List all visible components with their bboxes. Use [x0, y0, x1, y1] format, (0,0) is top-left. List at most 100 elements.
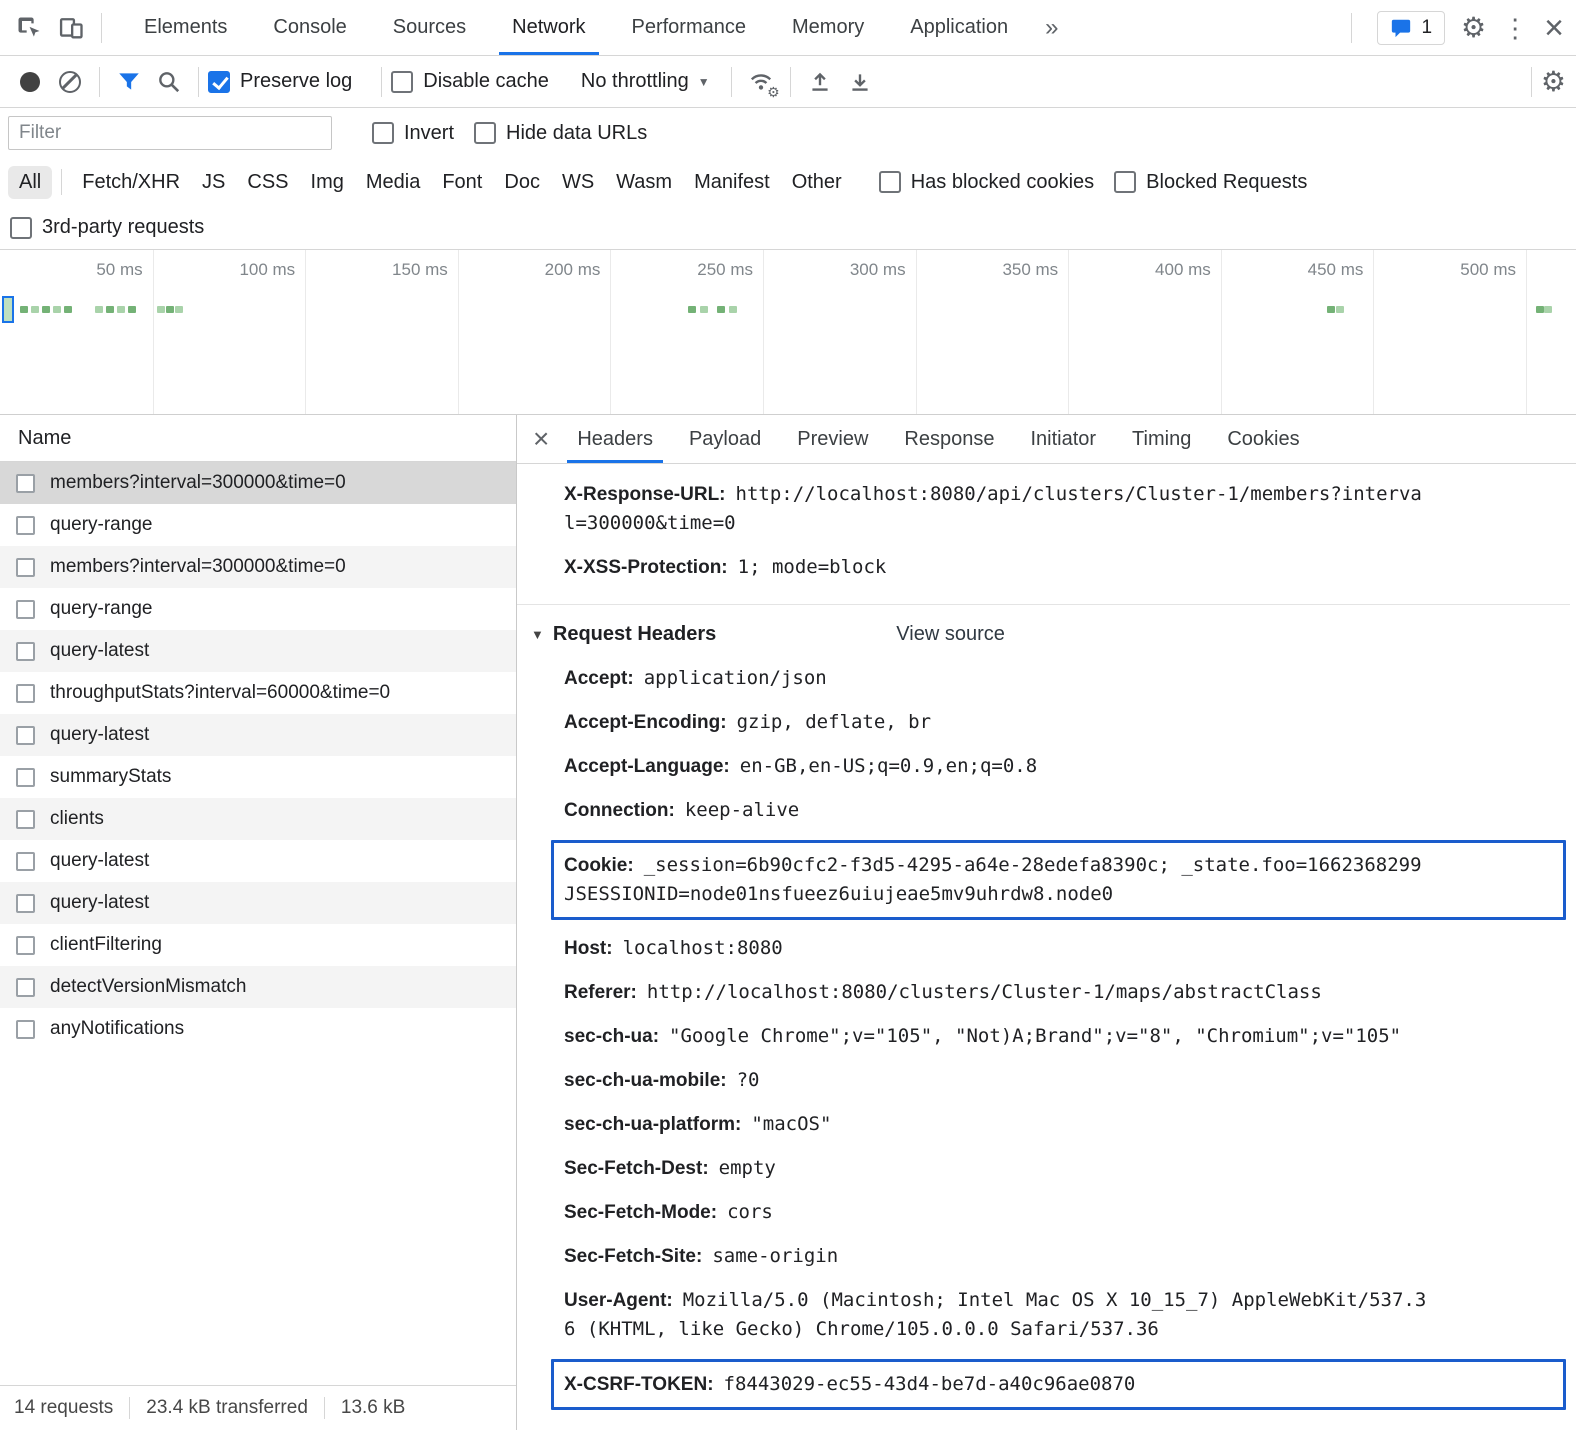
- detail-tab-response[interactable]: Response: [886, 415, 1012, 463]
- main-tab-application[interactable]: Application: [887, 0, 1031, 55]
- request-row[interactable]: detectVersionMismatch: [0, 966, 516, 1008]
- main-tab-elements[interactable]: Elements: [121, 0, 250, 55]
- request-row[interactable]: summaryStats: [0, 756, 516, 798]
- type-filter-wasm[interactable]: Wasm: [605, 166, 683, 199]
- resources-size: 13.6 kB: [341, 1397, 405, 1419]
- request-row[interactable]: query-latest: [0, 840, 516, 882]
- disable-cache-checkbox[interactable]: [391, 71, 413, 93]
- type-filter-font[interactable]: Font: [431, 166, 493, 199]
- header-value: f8443029-ec55-43d4-be7d-a40c96ae0870: [724, 1373, 1136, 1395]
- type-filter-ws[interactable]: WS: [551, 166, 605, 199]
- issues-count: 1: [1421, 17, 1432, 39]
- network-overview-timeline[interactable]: 50 ms100 ms150 ms200 ms250 ms300 ms350 m…: [0, 250, 1576, 415]
- device-toolbar-button[interactable]: [50, 7, 92, 49]
- inspect-element-button[interactable]: [8, 7, 50, 49]
- request-row[interactable]: clients: [0, 798, 516, 840]
- header-value: same-origin: [712, 1245, 838, 1267]
- network-conditions-button[interactable]: ⚙: [741, 62, 781, 102]
- invert-checkbox[interactable]: [372, 122, 394, 144]
- import-har-button[interactable]: [800, 62, 840, 102]
- header-host: Host:localhost:8080: [564, 934, 1570, 963]
- header-name: Connection:: [564, 800, 675, 821]
- hide-data-urls-checkbox[interactable]: [474, 122, 496, 144]
- details-tabbar: × HeadersPayloadPreviewResponseInitiator…: [517, 415, 1576, 464]
- detail-tab-cookies[interactable]: Cookies: [1209, 415, 1317, 463]
- clear-network-log-button[interactable]: [50, 62, 90, 102]
- detail-tab-headers[interactable]: Headers: [559, 415, 671, 463]
- request-row[interactable]: members?interval=300000&time=0: [0, 546, 516, 588]
- status-divider: [324, 1397, 325, 1419]
- detail-tab-preview[interactable]: Preview: [779, 415, 886, 463]
- timeline-activity-mark: [106, 306, 114, 313]
- request-row[interactable]: anyNotifications: [0, 1008, 516, 1050]
- request-name: query-latest: [50, 892, 149, 914]
- has-blocked-cookies-checkbox[interactable]: [879, 171, 901, 193]
- request-row[interactable]: query-latest: [0, 882, 516, 924]
- settings-gear-icon[interactable]: ⚙: [1461, 14, 1486, 42]
- search-button[interactable]: [149, 62, 189, 102]
- third-party-checkbox[interactable]: [10, 217, 32, 239]
- record-network-log-button[interactable]: [10, 62, 50, 102]
- type-filter-doc[interactable]: Doc: [493, 166, 551, 199]
- network-toolbar: Preserve log Disable cache No throttling…: [0, 56, 1576, 108]
- type-filter-manifest[interactable]: Manifest: [683, 166, 781, 199]
- request-row[interactable]: query-latest: [0, 714, 516, 756]
- devtools-actions: 1 ⚙ ⋮ ×: [1342, 11, 1568, 45]
- request-row[interactable]: query-latest: [0, 630, 516, 672]
- section-collapse-arrow[interactable]: ▼: [531, 627, 544, 642]
- request-name: clientFiltering: [50, 934, 162, 956]
- main-tab-sources[interactable]: Sources: [370, 0, 489, 55]
- detail-tab-payload[interactable]: Payload: [671, 415, 779, 463]
- network-settings-gear-icon[interactable]: ⚙: [1541, 68, 1566, 96]
- chevron-down-icon: ▼: [698, 75, 710, 89]
- timeline-activity-mark: [117, 306, 125, 313]
- timeline-activity-mark: [53, 306, 61, 313]
- devtools-window: ElementsConsoleSourcesNetworkPerformance…: [0, 0, 1576, 1430]
- main-tab-performance[interactable]: Performance: [609, 0, 770, 55]
- header-value: gzip, deflate, br: [737, 711, 931, 733]
- name-column-label: Name: [18, 427, 71, 450]
- download-har-icon: [847, 69, 873, 95]
- filter-toggle-button[interactable]: [109, 62, 149, 102]
- type-filter-fetch-xhr[interactable]: Fetch/XHR: [71, 166, 191, 199]
- request-row[interactable]: clientFiltering: [0, 924, 516, 966]
- header-name: Referer:: [564, 982, 637, 1003]
- request-name: throughputStats?interval=60000&time=0: [50, 682, 390, 704]
- header-name: Sec-Fetch-Dest:: [564, 1158, 709, 1179]
- request-row[interactable]: query-range: [0, 504, 516, 546]
- detail-tab-timing[interactable]: Timing: [1114, 415, 1209, 463]
- detail-tab-initiator[interactable]: Initiator: [1012, 415, 1114, 463]
- type-filter-js[interactable]: JS: [191, 166, 236, 199]
- type-filter-img[interactable]: Img: [300, 166, 355, 199]
- header-value: 6 (KHTML, like Gecko) Chrome/105.0.0.0 S…: [564, 1315, 1570, 1344]
- throttling-select[interactable]: No throttling ▼: [581, 70, 710, 93]
- request-row[interactable]: members?interval=300000&time=0: [0, 462, 516, 504]
- type-filter-media[interactable]: Media: [355, 166, 431, 199]
- console-messages-badge[interactable]: 1: [1377, 11, 1445, 45]
- header-name: User-Agent:: [564, 1290, 673, 1311]
- main-tab-network[interactable]: Network: [489, 0, 608, 55]
- request-type-icon: [16, 894, 35, 913]
- close-details-icon[interactable]: ×: [533, 425, 549, 453]
- header-value: http://localhost:8080/clusters/Cluster-1…: [647, 981, 1322, 1003]
- type-filter-other[interactable]: Other: [781, 166, 853, 199]
- main-tab-console[interactable]: Console: [250, 0, 369, 55]
- type-filter-all[interactable]: All: [8, 166, 52, 199]
- status-divider: [129, 1397, 130, 1419]
- more-tabs-button[interactable]: »: [1031, 14, 1072, 42]
- request-row[interactable]: throughputStats?interval=60000&time=0: [0, 672, 516, 714]
- request-row[interactable]: query-range: [0, 588, 516, 630]
- blocked-requests-checkbox[interactable]: [1114, 171, 1136, 193]
- main-tab-memory[interactable]: Memory: [769, 0, 887, 55]
- preserve-log-checkbox[interactable]: [208, 71, 230, 93]
- header-name: Host:: [564, 938, 613, 959]
- close-devtools-icon[interactable]: ×: [1544, 11, 1564, 45]
- filter-input[interactable]: [8, 116, 332, 150]
- preserve-log-label: Preserve log: [240, 70, 352, 93]
- timeline-activity-mark: [128, 306, 136, 313]
- kebab-menu-icon[interactable]: ⋮: [1502, 15, 1528, 41]
- view-source-link[interactable]: View source: [896, 623, 1005, 646]
- export-har-button[interactable]: [840, 62, 880, 102]
- name-column-header[interactable]: Name: [0, 415, 516, 462]
- type-filter-css[interactable]: CSS: [236, 166, 299, 199]
